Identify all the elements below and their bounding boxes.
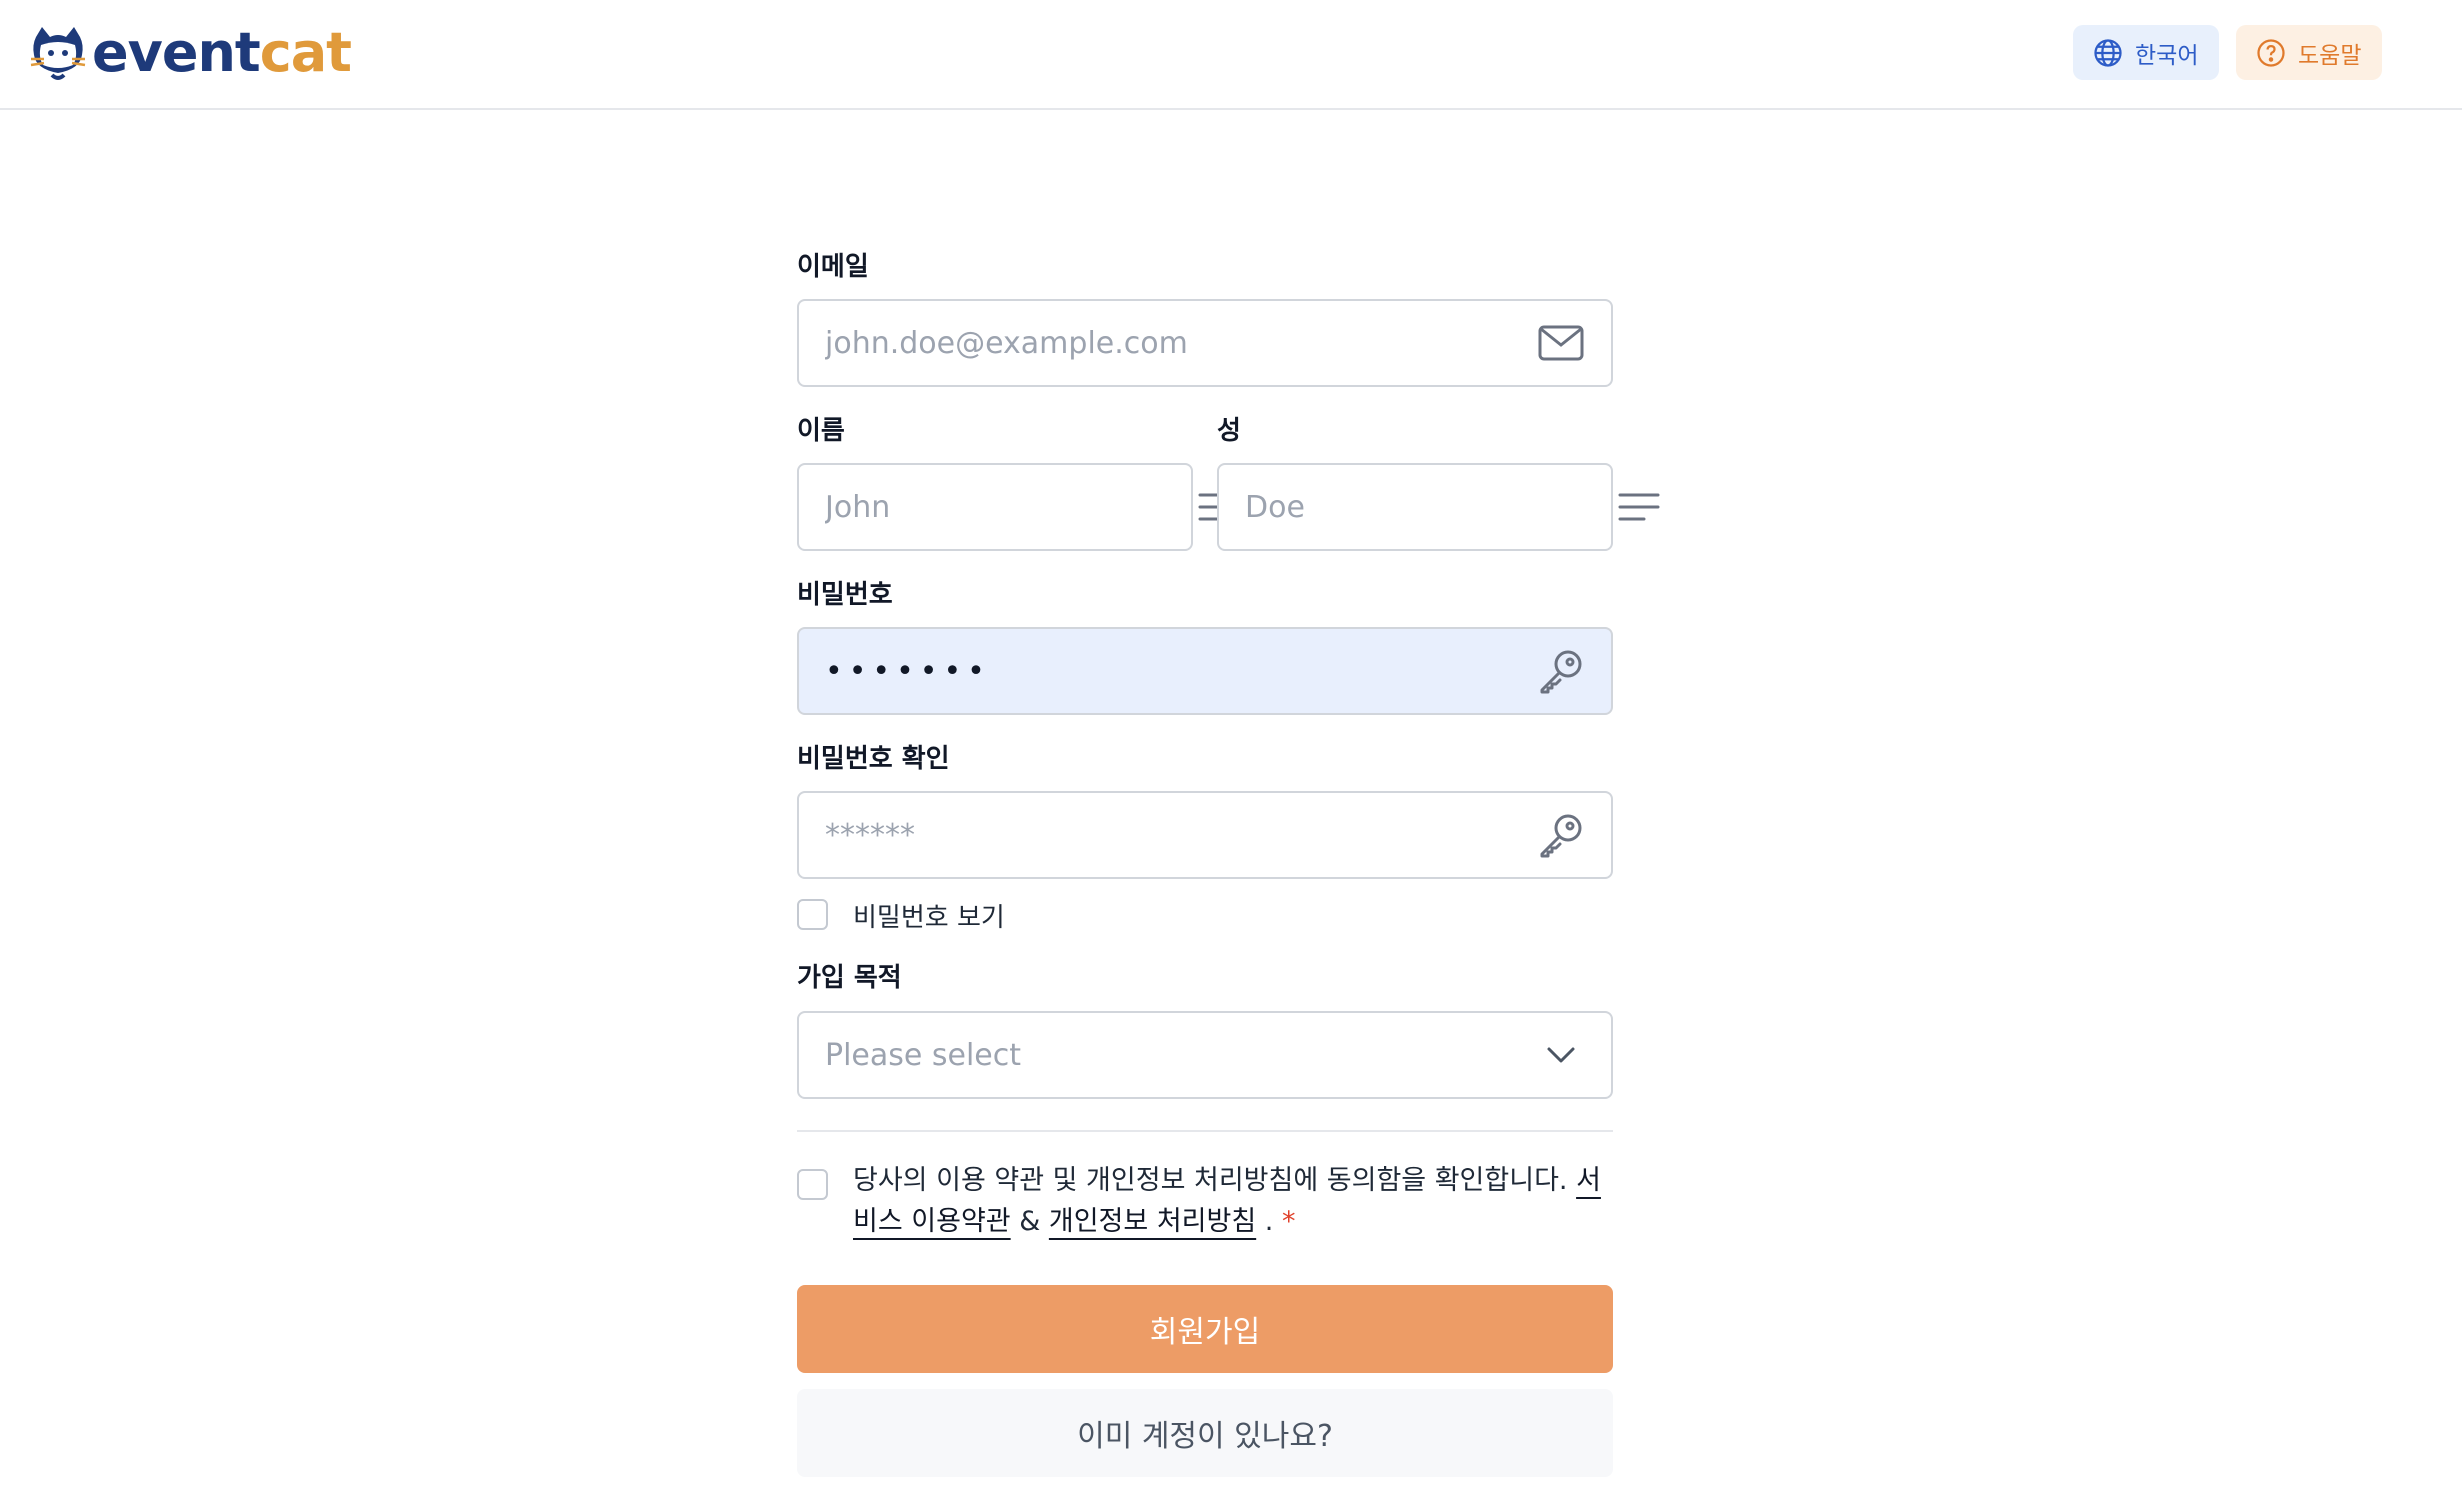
purpose-select-value: Please select: [825, 1037, 1022, 1073]
terms-checkbox[interactable]: [797, 1169, 828, 1200]
eventcat-logo[interactable]: eventcat: [28, 21, 352, 84]
purpose-label: 가입 목적: [797, 963, 902, 993]
password-confirm-field[interactable]: [797, 791, 1613, 879]
logo-text-cat: cat: [259, 21, 352, 84]
password-field[interactable]: •••••••: [797, 627, 1613, 715]
cat-logo-icon: [30, 27, 86, 80]
show-password-checkbox[interactable]: [797, 899, 828, 930]
password-label: 비밀번호: [797, 580, 893, 610]
login-link-button[interactable]: 이미 계정이 있나요?: [797, 1389, 1613, 1477]
globe-icon: [2094, 38, 2122, 67]
email-field[interactable]: [797, 299, 1613, 387]
mail-icon: [1537, 319, 1585, 367]
help-label: 도움말: [2298, 42, 2362, 69]
key-icon: [1537, 647, 1585, 695]
signup-button[interactable]: 회원가입: [797, 1285, 1613, 1373]
language-button[interactable]: 한국어: [2073, 25, 2219, 80]
purpose-select[interactable]: Please select: [797, 1011, 1613, 1099]
required-mark: *: [1281, 1206, 1296, 1237]
terms-statement: 당사의 이용 약관 및 개인정보 처리방침에 동의함을 확인합니다.: [853, 1165, 1568, 1196]
chevron-down-icon: [1537, 1031, 1585, 1079]
terms-period: .: [1264, 1206, 1274, 1237]
email-label: 이메일: [797, 252, 869, 282]
terms-ampersand: &: [1019, 1206, 1041, 1237]
last-name-label: 성: [1217, 416, 1241, 446]
logo-text-event: event: [92, 21, 261, 84]
password-confirm-label: 비밀번호 확인: [797, 744, 950, 774]
divider: [797, 1130, 1613, 1132]
question-circle-icon: [2257, 38, 2285, 67]
privacy-policy-link[interactable]: 개인정보 처리방침: [1049, 1206, 1256, 1237]
last-name-field[interactable]: [1217, 463, 1660, 551]
last-name-input[interactable]: [1245, 489, 1618, 525]
first-name-field[interactable]: [797, 463, 1240, 551]
password-confirm-input[interactable]: [825, 817, 1537, 853]
email-input[interactable]: [825, 325, 1537, 361]
password-value[interactable]: •••••••: [825, 654, 1537, 689]
terms-text: 당사의 이용 약관 및 개인정보 처리방침에 동의함을 확인합니다. 서비스 이…: [853, 1160, 1613, 1242]
key-icon: [1537, 811, 1585, 859]
top-bar: eventcat 한국어 도움말: [0, 0, 2462, 110]
show-password-label[interactable]: 비밀번호 보기: [853, 897, 1005, 934]
language-label: 한국어: [2135, 42, 2199, 69]
first-name-label: 이름: [797, 416, 845, 446]
first-name-input[interactable]: [825, 489, 1198, 525]
text-lines-icon: [1618, 483, 1660, 531]
help-button[interactable]: 도움말: [2236, 25, 2382, 80]
